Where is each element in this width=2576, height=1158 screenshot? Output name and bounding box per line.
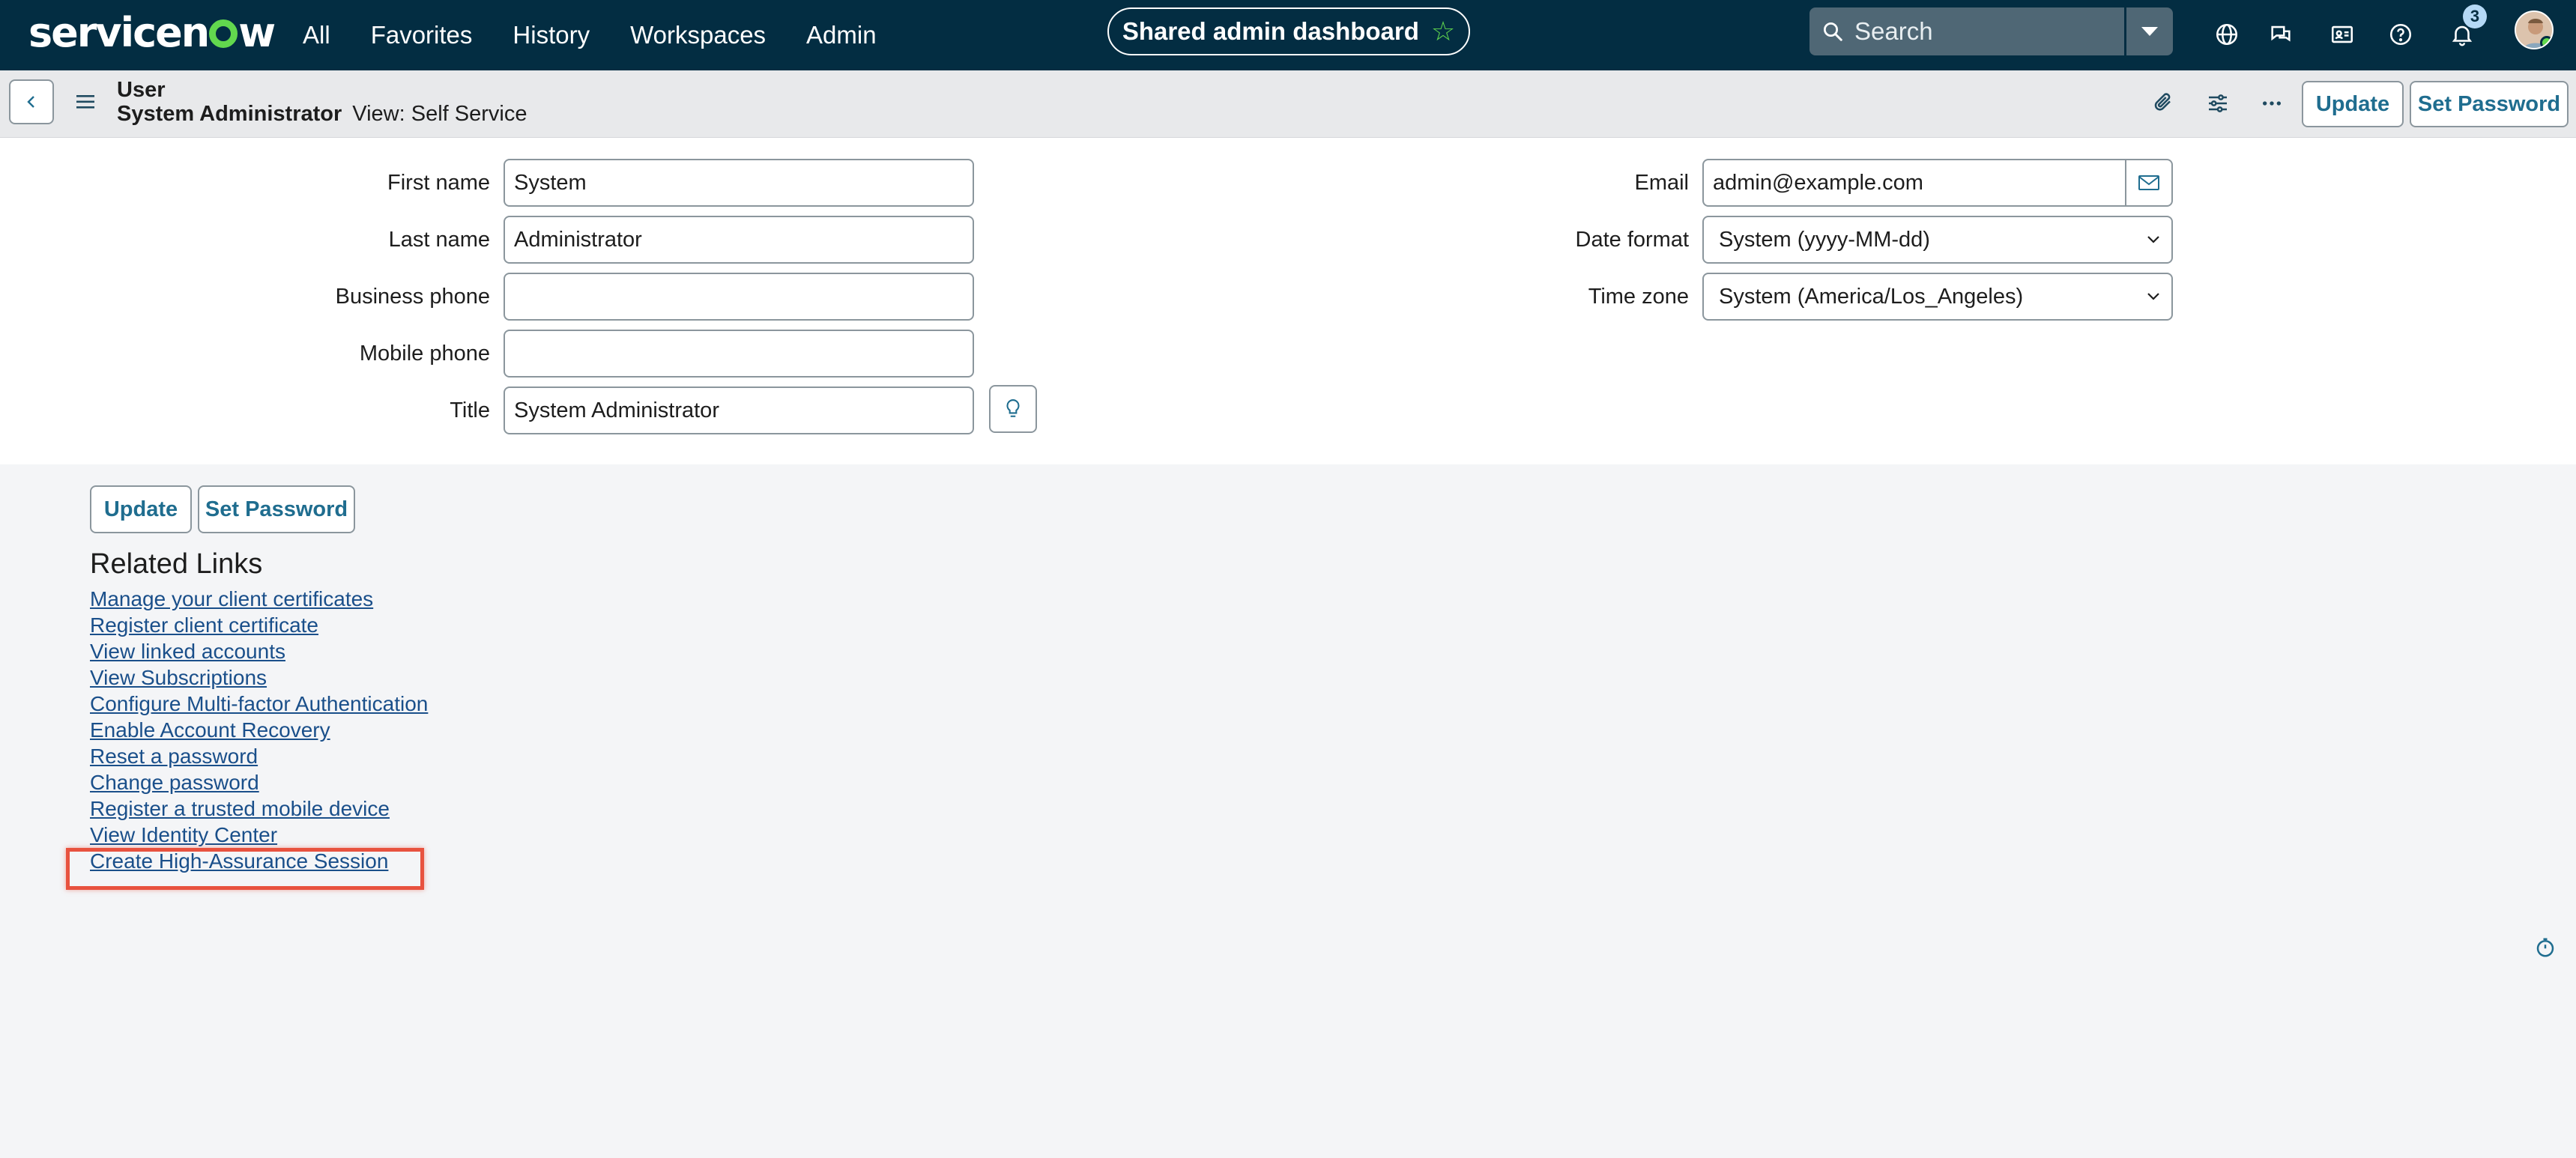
chevron-down-icon xyxy=(2147,236,2159,243)
top-navigation-bar: servicen w All Favorites History Workspac… xyxy=(0,0,2576,70)
title-label: Title xyxy=(450,398,490,422)
language-globe-icon[interactable] xyxy=(2209,16,2245,52)
update-button[interactable]: Update xyxy=(2302,81,2404,127)
nav-item-favorites[interactable]: Favorites xyxy=(371,21,473,49)
help-icon[interactable] xyxy=(2383,16,2419,52)
first-name-field[interactable] xyxy=(504,159,974,207)
link-register-trusted-device[interactable]: Register a trusted mobile device xyxy=(90,795,428,822)
search-scope-dropdown[interactable] xyxy=(2126,7,2173,55)
main-nav-menu: All Favorites History Workspaces Admin xyxy=(303,0,917,70)
mobile-phone-field[interactable] xyxy=(504,330,974,378)
search-input[interactable] xyxy=(1854,17,2109,46)
nav-item-all[interactable]: All xyxy=(303,21,330,49)
user-avatar[interactable] xyxy=(2515,10,2554,49)
star-icon[interactable]: ☆ xyxy=(1431,16,1455,47)
last-name-label: Last name xyxy=(388,228,490,252)
date-format-select[interactable]: System (yyyy-MM-dd) xyxy=(1702,216,2173,264)
notification-count-badge: 3 xyxy=(2463,4,2487,28)
date-format-label: Date format xyxy=(1575,228,1690,252)
nav-item-admin[interactable]: Admin xyxy=(806,21,877,49)
link-change-password[interactable]: Change password xyxy=(90,769,428,795)
title-suggestion-button[interactable] xyxy=(989,385,1037,433)
dashboard-label: Shared admin dashboard xyxy=(1122,17,1419,45)
record-subtitle: System Administrator View: Self Service xyxy=(117,102,527,127)
time-zone-select[interactable]: System (America/Los_Angeles) xyxy=(1702,273,2173,321)
link-reset-password[interactable]: Reset a password xyxy=(90,743,428,769)
date-format-value: System (yyyy-MM-dd) xyxy=(1719,227,1930,252)
mobile-phone-label: Mobile phone xyxy=(359,342,490,366)
related-links-list: Manage your client certificates Register… xyxy=(90,586,428,874)
shared-admin-dashboard-button[interactable]: Shared admin dashboard ☆ xyxy=(1107,7,1470,55)
send-email-button[interactable] xyxy=(2125,159,2173,207)
logo-o-icon xyxy=(209,19,238,48)
hamburger-menu-icon[interactable] xyxy=(75,90,99,114)
envelope-icon xyxy=(2138,175,2159,190)
bottom-update-button[interactable]: Update xyxy=(90,485,192,533)
link-register-client-certificate[interactable]: Register client certificate xyxy=(90,612,428,638)
title-field[interactable] xyxy=(504,386,974,434)
link-enable-account-recovery[interactable]: Enable Account Recovery xyxy=(90,717,428,743)
attachment-paperclip-icon[interactable] xyxy=(2147,87,2180,120)
logo-text-end: w xyxy=(238,9,276,56)
link-manage-client-certificates[interactable]: Manage your client certificates xyxy=(90,586,428,612)
business-phone-label: Business phone xyxy=(335,285,490,309)
email-label: Email xyxy=(1634,171,1689,195)
chevron-down-icon xyxy=(2147,293,2159,300)
more-options-ellipsis-icon[interactable] xyxy=(2255,87,2288,120)
link-configure-mfa[interactable]: Configure Multi-factor Authentication xyxy=(90,691,428,717)
record-header: User System Administrator View: Self Serv… xyxy=(0,70,2576,138)
link-view-subscriptions[interactable]: View Subscriptions xyxy=(90,664,428,691)
logo-text-start: servicen xyxy=(28,9,210,56)
chat-icon[interactable] xyxy=(2263,16,2299,52)
chevron-left-icon xyxy=(27,96,34,108)
global-search xyxy=(1809,7,2124,55)
search-icon xyxy=(1824,22,1842,41)
caret-down-icon xyxy=(2141,27,2158,36)
nav-item-workspaces[interactable]: Workspaces xyxy=(630,21,766,49)
email-field[interactable] xyxy=(1702,159,2126,207)
servicenow-logo[interactable]: servicen w xyxy=(28,9,276,56)
lightbulb-icon xyxy=(1006,399,1020,417)
link-view-identity-center[interactable]: View Identity Center xyxy=(90,822,428,848)
set-password-button[interactable]: Set Password xyxy=(2410,81,2569,127)
record-type-label: User xyxy=(117,78,166,102)
response-time-stopwatch-icon[interactable] xyxy=(2533,935,2558,960)
back-button[interactable] xyxy=(9,79,54,124)
link-create-high-assurance-session[interactable]: Create High-Assurance Session xyxy=(90,848,428,874)
nav-item-history[interactable]: History xyxy=(513,21,590,49)
time-zone-label: Time zone xyxy=(1588,285,1689,309)
record-name: System Administrator xyxy=(117,102,342,126)
link-view-linked-accounts[interactable]: View linked accounts xyxy=(90,638,428,664)
impersonate-user-icon[interactable] xyxy=(2324,16,2360,52)
related-links-heading: Related Links xyxy=(90,548,263,580)
business-phone-field[interactable] xyxy=(504,273,974,321)
online-status-dot xyxy=(2540,36,2552,48)
personalize-form-sliders-icon[interactable] xyxy=(2201,87,2234,120)
bottom-set-password-button[interactable]: Set Password xyxy=(198,485,355,533)
last-name-field[interactable] xyxy=(504,216,974,264)
first-name-label: First name xyxy=(387,171,490,195)
view-label[interactable]: View: Self Service xyxy=(352,102,527,126)
time-zone-value: System (America/Los_Angeles) xyxy=(1719,284,2024,309)
